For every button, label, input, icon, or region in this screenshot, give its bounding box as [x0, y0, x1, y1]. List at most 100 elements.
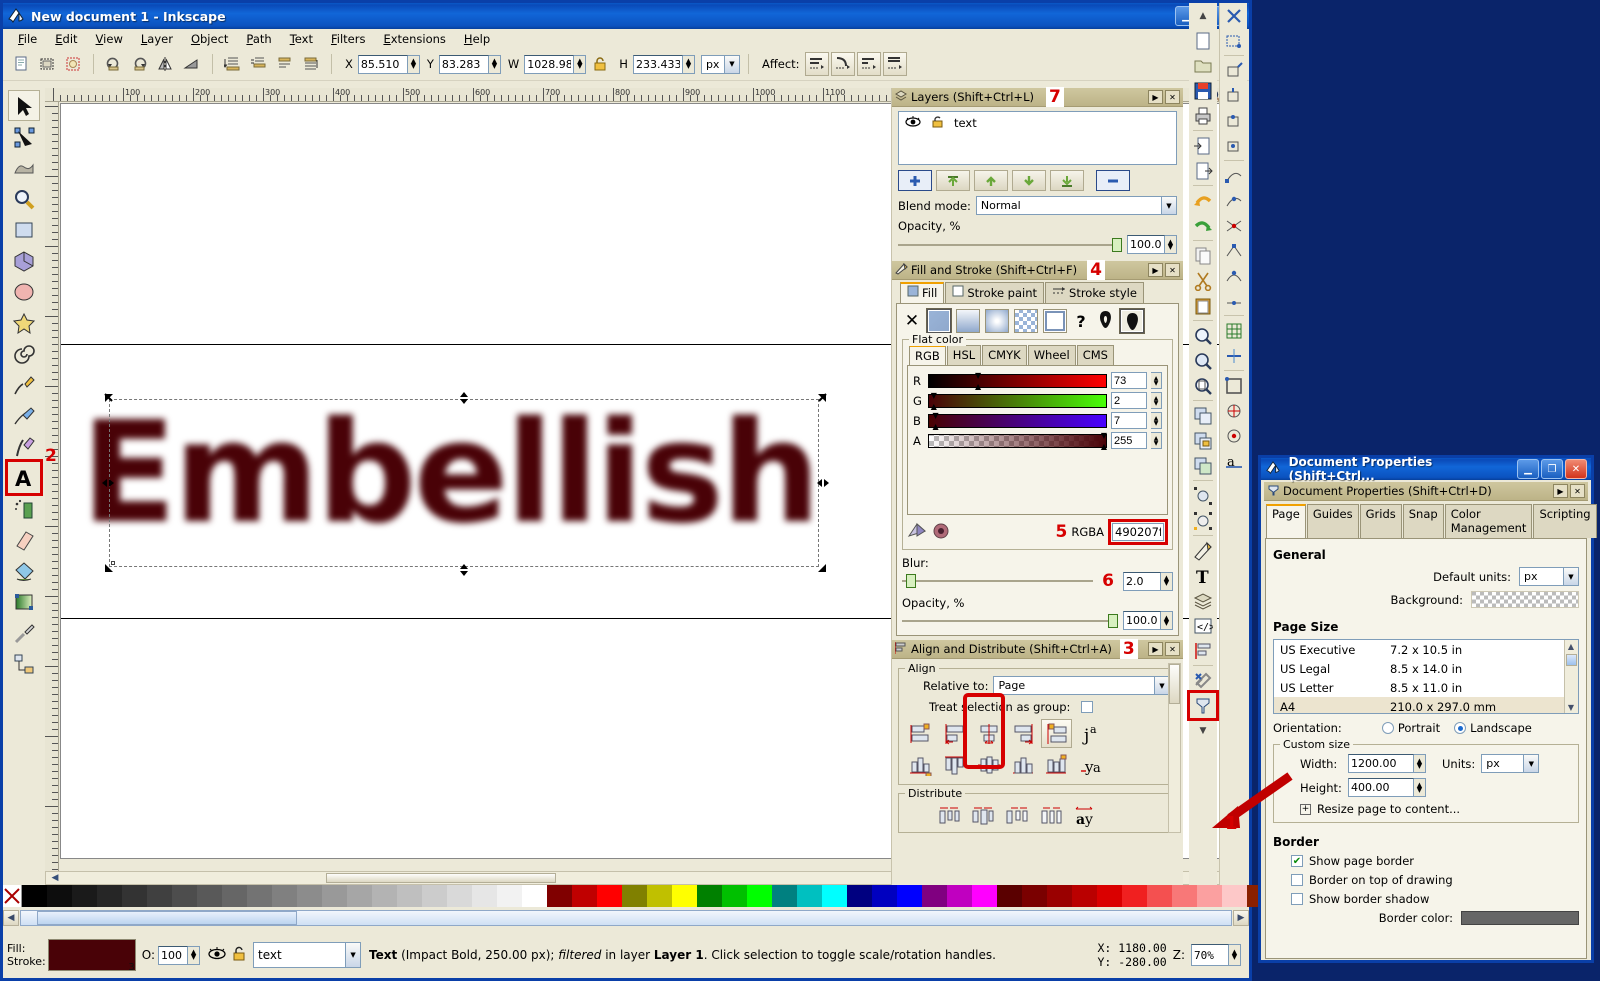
- text-tool[interactable]: A: [5, 459, 43, 496]
- align-text-anchors-left-button[interactable]: ja: [1075, 719, 1106, 748]
- layers-icon[interactable]: [1190, 588, 1216, 613]
- layer-opacity-stepper[interactable]: ▲ ▼: [1165, 235, 1177, 254]
- palette-swatch[interactable]: [1147, 885, 1172, 907]
- new-document-icon[interactable]: [9, 52, 33, 76]
- y-stepper[interactable]: ▲ ▼: [488, 54, 501, 74]
- lower-to-bottom-button[interactable]: [1050, 170, 1084, 191]
- layer-row[interactable]: text: [899, 112, 1176, 134]
- align-and-distribute-icon[interactable]: [1190, 638, 1216, 663]
- undo-icon[interactable]: [1190, 188, 1216, 213]
- blur-slider[interactable]: [902, 574, 1094, 588]
- color-picker-icon[interactable]: [907, 522, 927, 542]
- spray-tool[interactable]: [8, 493, 40, 524]
- page-size-scrollbar[interactable]: ▲ ▼: [1564, 640, 1578, 713]
- panel-menu-button[interactable]: ▶: [1553, 484, 1568, 498]
- tab-fill[interactable]: Fill: [900, 282, 945, 303]
- copy-icon[interactable]: [1190, 243, 1216, 268]
- g-stepper[interactable]: ▲ ▼: [1151, 392, 1162, 409]
- show-page-border-checkbox[interactable]: ✔: [1291, 855, 1303, 867]
- align-top-to-bottom-anchor-button[interactable]: [1041, 750, 1072, 779]
- a-slider[interactable]: ▼ ▲: [928, 431, 1107, 451]
- tab-cms[interactable]: CMS: [1076, 345, 1114, 365]
- blur-input[interactable]: [1123, 571, 1161, 591]
- delete-layer-button[interactable]: [1096, 170, 1130, 191]
- zoom-stepper[interactable]: ▲ ▼: [1229, 944, 1241, 966]
- palette-swatch[interactable]: [172, 885, 197, 907]
- treat-as-group-checkbox[interactable]: [1081, 701, 1094, 713]
- tweak-tool[interactable]: [8, 152, 40, 183]
- color-managed-icon[interactable]: [932, 522, 950, 542]
- snap-object-center-icon[interactable]: [1221, 398, 1247, 423]
- b-slider[interactable]: ▼ ▲: [928, 411, 1107, 431]
- paste-icon[interactable]: [1190, 293, 1216, 318]
- docprops-maximize-button[interactable]: ❐: [1541, 459, 1563, 479]
- pencil-tool[interactable]: [8, 369, 40, 400]
- y-spinbox[interactable]: ▲▼: [438, 54, 501, 74]
- duplicate-icon[interactable]: [1190, 403, 1216, 428]
- palette-swatch[interactable]: [597, 885, 622, 907]
- raise-layer-button[interactable]: [974, 170, 1008, 191]
- default-units-combo[interactable]: px ▼: [1519, 567, 1579, 586]
- fill-opacity-slider[interactable]: [902, 613, 1118, 628]
- palette-swatch[interactable]: [97, 885, 122, 907]
- snap-paths-icon[interactable]: [1221, 188, 1247, 213]
- fill-stroke-panel-title[interactable]: Fill and Stroke (Shift+Ctrl+F) 4 ▶ ✕: [892, 260, 1183, 280]
- palette-swatch[interactable]: [1097, 885, 1122, 907]
- chevron-down-icon[interactable]: ▼: [1523, 755, 1539, 772]
- tab-stroke-style[interactable]: Stroke style: [1045, 282, 1144, 303]
- palette-swatch[interactable]: [1122, 885, 1147, 907]
- palette-swatch[interactable]: [847, 885, 872, 907]
- palette-swatch[interactable]: [72, 885, 97, 907]
- snap-bbox-edge-mid-icon[interactable]: [1221, 108, 1247, 133]
- tab-cmyk[interactable]: CMYK: [982, 345, 1027, 365]
- background-color-swatch[interactable]: [1471, 591, 1579, 608]
- palette-swatch[interactable]: [747, 885, 772, 907]
- layer-opacity-spinbox[interactable]: ▲▼: [1127, 235, 1177, 254]
- h-spinbox[interactable]: ▲▼: [632, 54, 695, 74]
- dock-scroll-up[interactable]: ▲: [1190, 3, 1216, 28]
- tab-snap[interactable]: Snap: [1402, 504, 1444, 538]
- save-document-icon[interactable]: [1190, 78, 1216, 103]
- preferences-icon[interactable]: [1190, 668, 1216, 693]
- handle-bottom-left[interactable]: [103, 562, 114, 573]
- import-icon[interactable]: [1190, 133, 1216, 158]
- distribute-text-baselines-button[interactable]: ay: [1069, 801, 1100, 830]
- menu-file[interactable]: File: [9, 31, 46, 47]
- palette-swatch[interactable]: [472, 885, 497, 907]
- fill-opacity-spinbox[interactable]: ▲▼: [1123, 611, 1173, 630]
- align-panel-scrollbar[interactable]: [1168, 663, 1181, 833]
- w-spinbox[interactable]: ▲▼: [524, 54, 587, 74]
- lower-to-bottom-icon[interactable]: [221, 52, 245, 76]
- tab-scripting[interactable]: Scripting: [1533, 504, 1597, 538]
- select-all-icon[interactable]: [35, 52, 59, 76]
- palette-swatch[interactable]: [1197, 885, 1222, 907]
- x-stepper[interactable]: ▲ ▼: [407, 54, 420, 74]
- chevron-down-icon[interactable]: ▼: [1563, 568, 1578, 585]
- color-palette[interactable]: [3, 885, 1497, 907]
- affect-stroke-width-icon[interactable]: [804, 52, 829, 76]
- palette-swatch[interactable]: [347, 885, 372, 907]
- rotate-ccw-icon[interactable]: [102, 52, 126, 76]
- zoom-selection-icon[interactable]: [1190, 323, 1216, 348]
- affect-gradients-icon[interactable]: [856, 52, 881, 76]
- a-input[interactable]: [1111, 432, 1147, 449]
- rectangle-tool[interactable]: [8, 214, 40, 245]
- palette-swatch[interactable]: [372, 885, 397, 907]
- height-input[interactable]: [1348, 778, 1414, 797]
- layer-lock-toggle-icon[interactable]: [232, 946, 247, 964]
- layer-visibility-toggle-icon[interactable]: [208, 946, 226, 964]
- palette-scroll-left[interactable]: ◀: [3, 910, 19, 926]
- panel-menu-button[interactable]: ▶: [1148, 263, 1163, 277]
- align-scroll-thumb[interactable]: [1169, 664, 1180, 704]
- transform-icon[interactable]: [1190, 508, 1216, 533]
- palette-swatch[interactable]: [397, 885, 422, 907]
- snap-guides-icon[interactable]: [1221, 343, 1247, 368]
- g-input[interactable]: [1111, 392, 1147, 409]
- fill-unknown-icon[interactable]: ?: [1072, 312, 1090, 331]
- align-bottom-edges-button[interactable]: [1007, 750, 1038, 779]
- border-color-swatch[interactable]: [1461, 911, 1579, 925]
- zoom-spinbox[interactable]: ▲▼: [1191, 944, 1241, 966]
- menu-view[interactable]: View: [87, 31, 132, 47]
- zoom-tool[interactable]: [8, 183, 40, 214]
- center-on-horizontal-axis-button[interactable]: [973, 750, 1004, 779]
